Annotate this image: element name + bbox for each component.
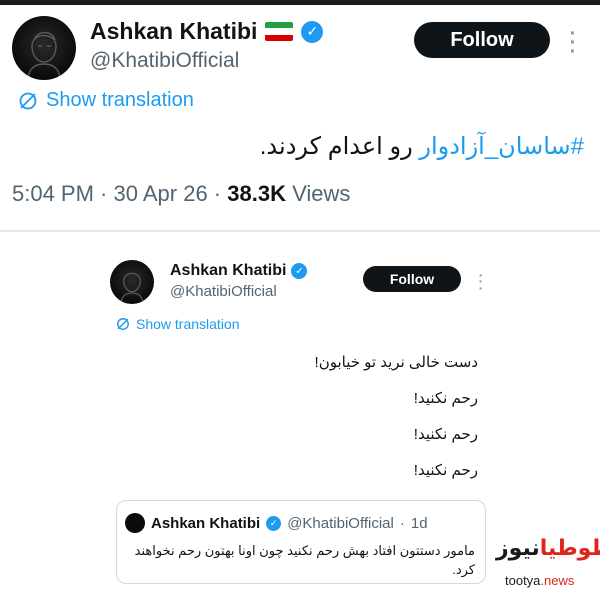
author-name-text[interactable]: Ashkan Khatibi [90,18,257,45]
embedded-author-name: Ashkan Khatibi ✓ [170,262,308,280]
hashtag-link[interactable]: #ساسان_آزادوار [419,133,584,160]
show-translation-link[interactable]: Show translation [18,89,194,112]
verified-badge-icon: ✓ [301,20,324,43]
embedded-author-handle: @KhatibiOfficial [170,283,277,300]
watermark-url-part1: tootya [505,573,541,588]
show-translation-label[interactable]: Show translation [46,89,194,112]
more-vertical-icon: · · · [478,267,484,296]
meta-separator: · [207,181,228,206]
verified-badge-icon: ✓ [291,263,308,279]
author-avatar[interactable] [12,16,76,80]
tweet-time[interactable]: 5:04 PM [12,181,94,206]
quoted-separator: · [399,514,405,532]
embedded-author-avatar [110,260,154,304]
quoted-tweet: Ashkan Khatibi ✓ @KhatibiOfficial · 1d م… [116,500,486,584]
quoted-time: 1d [410,514,428,532]
translate-icon [18,91,38,111]
verified-badge-icon: ✓ [266,515,282,531]
views-label: Views [292,181,351,206]
embedded-tweet-card: Ashkan Khatibi ✓ @KhatibiOfficial Follow… [94,240,504,604]
watermark-url-part2: .news [540,573,575,588]
watermark-logo: طوطیانیوز [496,535,600,561]
text-line: رحم نکنید! [413,390,478,407]
watermark-logo-part2: نیوز [496,535,540,560]
embedded-show-translation: Show translation [116,316,240,332]
text-line: رحم نکنید! [413,462,478,479]
quoted-author-handle: @KhatibiOfficial [287,514,394,532]
translate-icon [116,317,130,331]
text-line: دست خالی نرید تو خیابون! [314,354,478,371]
quoted-tweet-header: Ashkan Khatibi ✓ @KhatibiOfficial · 1d [125,513,428,533]
watermark-url: tootya.news [505,573,574,588]
tweet-date[interactable]: 30 Apr 26 [114,181,208,206]
author-name[interactable]: Ashkan Khatibi ✓ [90,18,324,45]
tweet-meta: 5:04 PM · 30 Apr 26 · 38.3K Views [12,181,350,207]
views-count: 38.3K [227,181,286,206]
meta-separator: · [93,181,114,206]
follow-button[interactable]: Follow [414,22,550,58]
more-vertical-icon[interactable]: · · · [566,24,580,62]
quoted-tweet-text: مامور دستتون افتاد بهش رحم نکنید چون اون… [134,543,475,577]
watermark-logo-part1: طوطیا [539,535,600,560]
tweet-text: #ساسان_آزادوار رو اعدام کردند. [260,132,584,161]
iran-flag-icon [265,22,294,41]
embedded-show-translation-label: Show translation [136,316,240,332]
author-handle[interactable]: @KhatibiOfficial [90,49,239,73]
quoted-author-avatar [125,513,145,533]
text-line: رحم نکنید! [413,426,478,443]
quoted-author-name: Ashkan Khatibi [151,514,261,532]
tweet-body: رو اعدام کردند. [259,133,420,160]
embedded-tweet-text: دست خالی نرید تو خیابون! رحم نکنید! رحم … [315,350,478,494]
divider [0,230,600,232]
embedded-follow-button: Follow [363,266,461,292]
top-bar [0,0,600,5]
embedded-author-name-text: Ashkan Khatibi [170,262,287,279]
